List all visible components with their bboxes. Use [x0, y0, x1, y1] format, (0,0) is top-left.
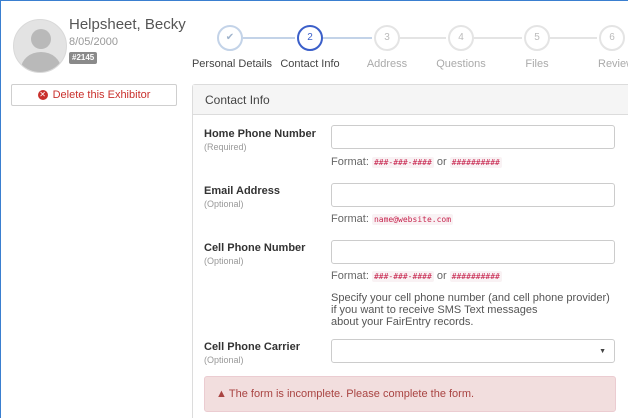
email-input[interactable] [331, 183, 615, 207]
step-2-circle[interactable]: 2 [297, 25, 323, 51]
step-5-number: 5 [534, 32, 540, 43]
home-phone-format: Format: ###-###-#### or ########## [331, 156, 502, 168]
exhibitor-id-badge: #2145 [69, 52, 98, 64]
format-prefix: Format: [331, 270, 369, 282]
step-6-label[interactable]: Review [598, 58, 628, 70]
help-line-3: about your FairEntry records. [331, 316, 474, 328]
format-prefix: Format: [331, 156, 369, 168]
format-or: or [436, 156, 447, 168]
email-label: Email Address [204, 185, 281, 197]
step-1-label[interactable]: Personal Details [192, 58, 272, 70]
avatar-body [21, 52, 61, 72]
exhibitor-dob: 8/05/2000 [69, 36, 118, 48]
step-6-circle[interactable]: 6 [599, 25, 625, 51]
cell-phone-format: Format: ###-###-#### or ########## [331, 270, 502, 282]
step-6-number: 6 [609, 32, 615, 43]
cell-phone-input[interactable] [331, 240, 615, 264]
exhibitor-name: Helpsheet, Becky [69, 16, 186, 33]
caret-down-icon: ▼ [599, 348, 606, 355]
format-code-dashed: ###-###-#### [371, 157, 434, 168]
home-phone-required: (Required) [204, 142, 247, 152]
email-optional: (Optional) [204, 199, 244, 209]
cell-phone-label: Cell Phone Number [204, 242, 306, 254]
home-phone-input[interactable] [331, 125, 615, 149]
warning-icon: ▲ [216, 388, 227, 400]
step-4-number: 4 [458, 32, 464, 43]
step-connector-5 [550, 37, 597, 39]
step-2-label[interactable]: Contact Info [280, 58, 339, 70]
window-left-border [0, 0, 1, 418]
cell-carrier-select[interactable]: ▼ [331, 339, 615, 363]
help-line-2: if you want to receive SMS Text messages [331, 304, 538, 316]
cell-carrier-optional: (Optional) [204, 355, 244, 365]
alert-message: The form is incomplete. Please complete … [228, 388, 475, 400]
step-5-circle[interactable]: 5 [524, 25, 550, 51]
step-3-circle[interactable]: 3 [374, 25, 400, 51]
avatar-head [31, 29, 51, 49]
format-or: or [436, 270, 447, 282]
step-connector-4 [474, 37, 522, 39]
format-code-plain: ########## [449, 271, 502, 282]
cell-phone-help-text: Specify your cell phone number (and cell… [331, 292, 616, 328]
step-connector-3 [400, 37, 446, 39]
format-code-dashed: ###-###-#### [371, 271, 434, 282]
step-connector-2 [323, 37, 372, 39]
checkmark-icon: ✔ [225, 32, 235, 43]
step-4-label[interactable]: Questions [436, 58, 486, 70]
format-code-email: name@website.com [371, 214, 454, 225]
window-top-border [0, 0, 628, 1]
panel-title: Contact Info [193, 85, 628, 115]
form-incomplete-alert: ▲ The form is incomplete. Please complet… [204, 376, 616, 412]
cell-phone-optional: (Optional) [204, 256, 244, 266]
step-2-number: 2 [307, 32, 313, 43]
delete-exhibitor-label: Delete this Exhibitor [52, 89, 151, 101]
format-prefix: Format: [331, 213, 369, 225]
step-5-label[interactable]: Files [525, 58, 548, 70]
delete-exhibitor-button[interactable]: ✕ Delete this Exhibitor [11, 84, 177, 106]
format-code-plain: ########## [449, 157, 502, 168]
step-1-circle[interactable]: ✔ [217, 25, 243, 51]
home-phone-label: Home Phone Number [204, 128, 316, 140]
help-line-1: Specify your cell phone number (and cell… [331, 292, 610, 304]
step-4-circle[interactable]: 4 [448, 25, 474, 51]
email-format: Format: name@website.com [331, 213, 454, 225]
remove-circle-icon: ✕ [37, 90, 48, 100]
step-connector-1 [243, 37, 295, 39]
cell-carrier-label: Cell Phone Carrier [204, 341, 300, 353]
step-3-label[interactable]: Address [367, 58, 407, 70]
step-3-number: 3 [384, 32, 390, 43]
avatar [13, 19, 67, 73]
